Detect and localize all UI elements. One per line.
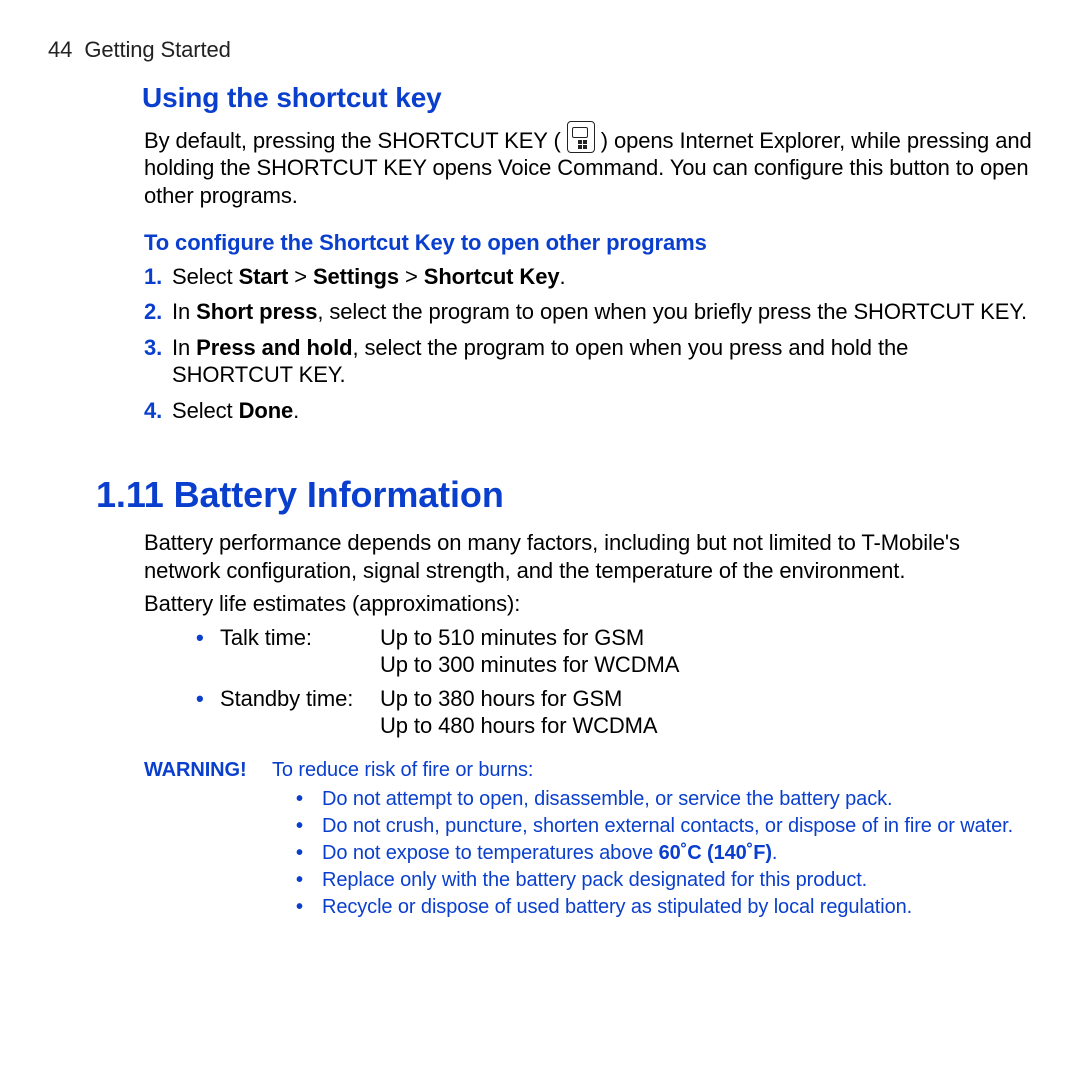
warning-item: • Do not attempt to open, disassemble, or… <box>296 787 1032 812</box>
bullet-icon: • <box>296 841 303 866</box>
bullet-icon: • <box>296 814 303 839</box>
menu-path-shortcut-key: Shortcut Key <box>424 264 560 289</box>
warning-item: • Replace only with the battery pack desi… <box>296 868 1032 893</box>
shortcut-intro-paragraph: By default, pressing the SHORTCUT KEY ( … <box>144 121 1032 210</box>
text-fragment: Select <box>172 264 239 289</box>
warning-item: • Do not expose to temperatures above 60˚… <box>296 841 1032 866</box>
heading-using-shortcut-key: Using the shortcut key <box>142 80 1032 115</box>
text-fragment: In <box>172 299 196 324</box>
shortcut-key-icon <box>567 121 595 153</box>
step-number: 4. <box>144 397 162 425</box>
warning-intro: To reduce risk of fire or burns: <box>272 758 1032 783</box>
bullet-icon: • <box>196 685 204 713</box>
warning-item: • Do not crush, puncture, shorten externa… <box>296 814 1032 839</box>
bullet-icon: • <box>296 868 303 893</box>
text-fragment: . <box>293 398 299 423</box>
temperature-limit: 60˚C (140˚F) <box>659 842 772 864</box>
talk-gsm: Up to 510 minutes for GSM <box>380 624 1032 652</box>
text-fragment: Select <box>172 398 239 423</box>
battery-spec-list: • Talk time: Up to 510 minutes for GSM U… <box>196 624 1032 740</box>
step-1: 1. Select Start > Settings > Shortcut Ke… <box>144 263 1032 291</box>
text-fragment: By default, pressing the SHORTCUT KEY ( <box>144 128 567 153</box>
body-content: Using the shortcut key By default, press… <box>144 80 1032 425</box>
warning-text: Do not crush, puncture, shorten external… <box>322 815 1013 837</box>
option-press-and-hold: Press and hold <box>196 335 352 360</box>
step-2: 2. In Short press, select the program to… <box>144 298 1032 326</box>
bullet-icon: • <box>296 895 303 920</box>
battery-intro-paragraph: Battery performance depends on many fact… <box>144 529 1032 584</box>
steps-list: 1. Select Start > Settings > Shortcut Ke… <box>144 263 1032 425</box>
step-4: 4. Select Done. <box>144 397 1032 425</box>
warning-text: Do not attempt to open, disassemble, or … <box>322 788 892 810</box>
subheading-configure-shortcut: To configure the Shortcut Key to open ot… <box>144 229 1032 257</box>
text-fragment: . <box>559 264 565 289</box>
heading-battery-information: 1.11 Battery Information <box>96 472 1032 517</box>
step-3: 3. In Press and hold, select the program… <box>144 334 1032 389</box>
battery-content: Battery performance depends on many fact… <box>144 529 1032 920</box>
text-fragment: , select the program to open when you br… <box>317 299 1027 324</box>
action-done: Done <box>239 398 294 423</box>
spec-standby-time: • Standby time: Up to 380 hours for GSM … <box>196 685 1032 740</box>
talk-wcdma: Up to 300 minutes for WCDMA <box>380 651 1032 679</box>
bullet-icon: • <box>296 787 303 812</box>
text-fragment: > <box>288 264 313 289</box>
section-name: Getting Started <box>84 37 230 62</box>
spec-talk-time: • Talk time: Up to 510 minutes for GSM U… <box>196 624 1032 679</box>
document-page: 44 Getting Started Using the shortcut ke… <box>0 0 1080 1080</box>
warning-items: • Do not attempt to open, disassemble, or… <box>296 787 1032 920</box>
step-number: 2. <box>144 298 162 326</box>
text-fragment: > <box>399 264 424 289</box>
warning-label: WARNING! <box>144 758 272 783</box>
text-fragment: In <box>172 335 196 360</box>
spec-value: Up to 510 minutes for GSM Up to 300 minu… <box>380 624 1032 679</box>
page-number: 44 <box>48 37 72 62</box>
warning-text: Replace only with the battery pack desig… <box>322 869 867 891</box>
spec-label: Talk time: <box>220 624 380 679</box>
bullet-icon: • <box>196 624 204 652</box>
standby-wcdma: Up to 480 hours for WCDMA <box>380 712 1032 740</box>
spec-label: Standby time: <box>220 685 380 740</box>
battery-estimates-label: Battery life estimates (approximations): <box>144 590 1032 618</box>
menu-path-start: Start <box>239 264 289 289</box>
step-number: 3. <box>144 334 162 362</box>
text-fragment: . <box>772 842 777 864</box>
standby-gsm: Up to 380 hours for GSM <box>380 685 1032 713</box>
warning-text: Recycle or dispose of used battery as st… <box>322 896 912 918</box>
menu-path-settings: Settings <box>313 264 399 289</box>
text-fragment: Do not expose to temperatures above <box>322 842 659 864</box>
warning-item: • Recycle or dispose of used battery as s… <box>296 895 1032 920</box>
option-short-press: Short press <box>196 299 317 324</box>
step-number: 1. <box>144 263 162 291</box>
spec-value: Up to 380 hours for GSM Up to 480 hours … <box>380 685 1032 740</box>
running-header: 44 Getting Started <box>48 36 1032 64</box>
warning-block: WARNING! To reduce risk of fire or burns… <box>144 758 1032 920</box>
